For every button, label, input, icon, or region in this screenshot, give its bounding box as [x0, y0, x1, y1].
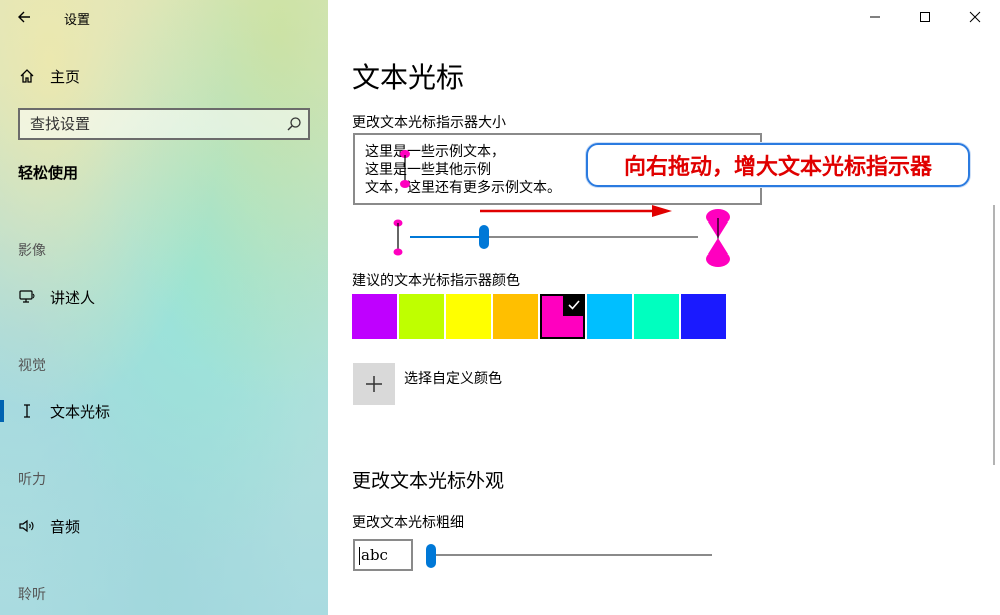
app-title: 设置 [64, 13, 91, 28]
group-label-vision: 视觉 [18, 358, 46, 374]
minimize-icon [870, 16, 880, 18]
nav-home[interactable]: 主页 [18, 64, 80, 88]
custom-color-button[interactable] [353, 363, 395, 405]
group-label-hearing: 听力 [18, 472, 46, 488]
title-bar-left: 设置 [0, 0, 328, 34]
color-section-label: 建议的文本光标指示器颜色 [352, 273, 520, 289]
narrator-icon [18, 288, 36, 306]
large-cursor-size-icon [706, 209, 730, 267]
sidebar-item-label: 讲述人 [50, 288, 96, 307]
minimize-button[interactable] [850, 0, 900, 34]
color-swatch[interactable] [493, 294, 538, 339]
maximize-icon [920, 12, 930, 22]
thickness-preview-text: abc [361, 546, 388, 564]
group-label-vision-image: 影像 [18, 243, 46, 259]
scrollbar[interactable] [993, 205, 995, 465]
color-swatch[interactable] [399, 294, 444, 339]
home-icon [18, 67, 36, 85]
text-cursor-icon [18, 402, 36, 420]
preview-line: 文本，这里还有更多示例文本。 [365, 180, 561, 196]
sidebar-item-audio[interactable]: 音频 [18, 514, 80, 538]
page-title: 文本光标 [352, 61, 465, 94]
close-button[interactable] [950, 0, 1000, 34]
plus-icon [366, 376, 382, 392]
search-icon[interactable] [286, 116, 302, 132]
preview-line: 这里是一些其他示例 [365, 162, 491, 178]
back-arrow-icon[interactable] [14, 6, 36, 28]
maximize-button[interactable] [900, 0, 950, 34]
color-swatch[interactable] [587, 294, 632, 339]
checkmark-icon [563, 294, 585, 316]
sidebar-item-label: 音频 [50, 517, 81, 536]
sidebar-item-narrator[interactable]: 讲述人 [18, 285, 95, 309]
group-label-listening: 聆听 [18, 587, 46, 603]
thickness-label: 更改文本光标粗细 [352, 515, 464, 531]
custom-color-label[interactable]: 选择自定义颜色 [404, 368, 502, 388]
color-swatch[interactable] [681, 294, 726, 339]
active-indicator [0, 400, 4, 422]
main-content: 文本光标 更改文本光标指示器大小 这里是一些示例文本， 这里是一些其他示例 文本… [328, 0, 1000, 615]
small-cursor-size-icon [393, 219, 403, 256]
nav-home-label: 主页 [50, 67, 81, 86]
color-swatch[interactable] [634, 294, 679, 339]
speaker-icon [18, 517, 36, 535]
appearance-section-title: 更改文本光标外观 [352, 470, 505, 492]
close-icon [969, 11, 981, 23]
category-title: 轻松使用 [18, 164, 79, 182]
thickness-slider-thumb[interactable] [426, 544, 436, 568]
size-slider-thumb[interactable] [479, 225, 489, 249]
sidebar-item-label: 文本光标 [50, 402, 111, 421]
size-slider-fill [410, 236, 484, 238]
color-swatch[interactable] [352, 294, 397, 339]
annotation-callout: 向右拖动，增大文本光标指示器 [586, 143, 970, 187]
thickness-preview-box: abc [353, 539, 413, 571]
text-caret [359, 547, 360, 565]
color-swatch[interactable] [540, 294, 585, 339]
search-input[interactable] [20, 110, 270, 138]
sidebar-item-text-cursor[interactable]: 文本光标 [18, 399, 110, 423]
red-arrow-annotation-icon [480, 205, 672, 217]
search-box[interactable] [18, 108, 310, 140]
thickness-slider-track[interactable] [432, 554, 712, 556]
color-swatches [352, 294, 728, 339]
preview-cursor-indicator-icon [400, 150, 410, 188]
color-swatch[interactable] [446, 294, 491, 339]
preview-line: 这里是一些示例文本， [365, 144, 505, 160]
size-section-label: 更改文本光标指示器大小 [352, 115, 506, 131]
sidebar: 设置 主页 轻松使用 影像 讲述人 视觉 文本光标 听力 音频 聆听 [0, 0, 328, 615]
window-controls [850, 0, 1000, 34]
